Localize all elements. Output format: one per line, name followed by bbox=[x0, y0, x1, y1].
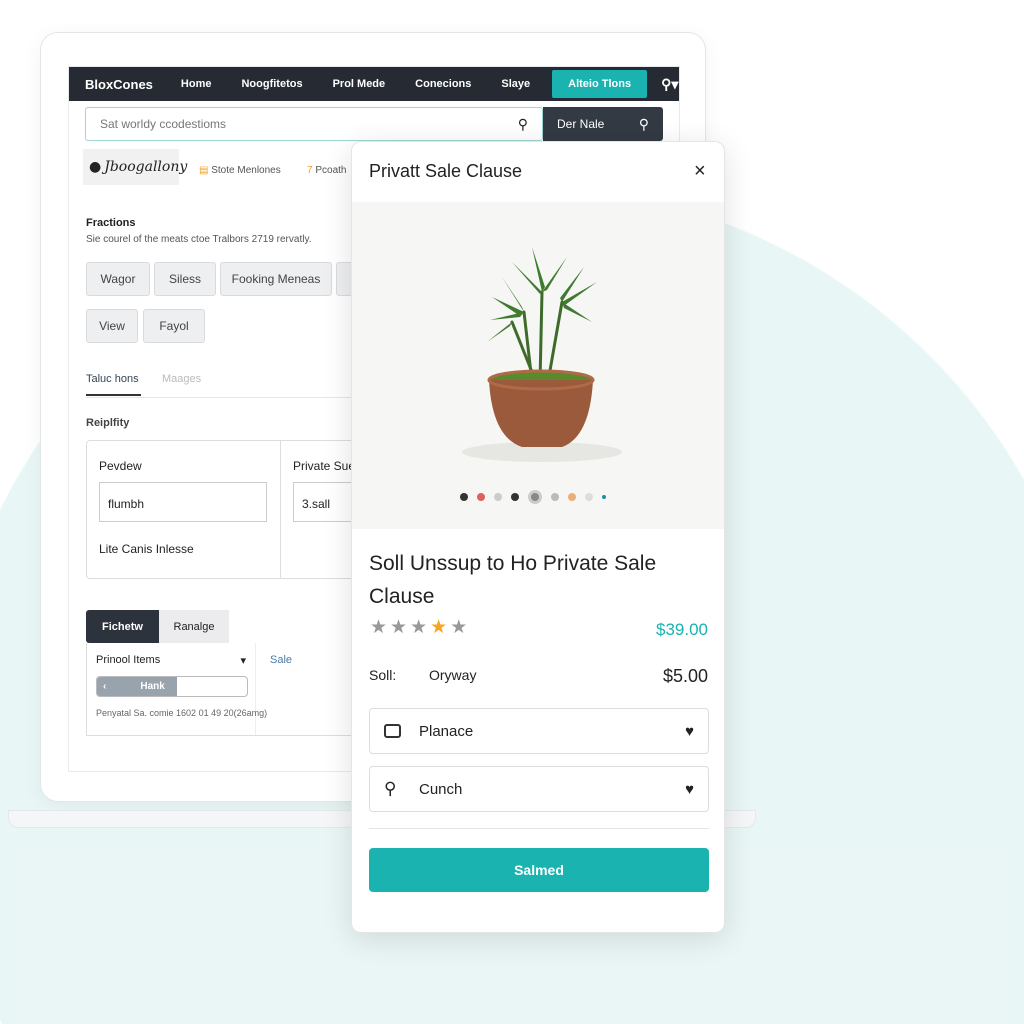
field-label: Pevdew bbox=[99, 459, 142, 473]
product-image bbox=[352, 202, 724, 529]
search-button[interactable]: Der Nale ⚲ bbox=[543, 107, 663, 141]
product-price: $39.00 bbox=[656, 620, 708, 639]
option-label: Planace bbox=[419, 722, 474, 740]
field-note: Lite Canis Inlesse bbox=[99, 542, 194, 556]
option-label: Cunch bbox=[419, 780, 463, 798]
modal-title: Privatt Sale Clause bbox=[369, 161, 523, 181]
nav-item[interactable]: Home bbox=[181, 78, 212, 90]
store-logo[interactable]: ● Jboogallony bbox=[83, 149, 187, 185]
group-box: Pevdew flumbh Lite Canis Inlesse Private… bbox=[86, 440, 386, 579]
star-icon[interactable]: ★ bbox=[430, 617, 450, 638]
slider-label: Hank bbox=[140, 681, 165, 692]
star-icon[interactable]: ★ bbox=[390, 617, 410, 638]
divider bbox=[280, 441, 281, 578]
brand-logo[interactable]: BloxCones bbox=[85, 77, 153, 92]
option-row[interactable]: ⚲ Cunch ♥ bbox=[369, 766, 709, 812]
search-icon[interactable]: ⚲▾ bbox=[661, 76, 678, 93]
tab-divider bbox=[86, 397, 386, 398]
search-icon[interactable]: ⚲ bbox=[518, 116, 528, 133]
sale-link[interactable]: Sale bbox=[270, 654, 292, 666]
close-icon[interactable]: × bbox=[694, 160, 706, 183]
chevron-left-icon: ‹ bbox=[103, 681, 107, 692]
caret-down-icon: ▾ bbox=[240, 655, 246, 667]
chip[interactable]: Fooking Meneas bbox=[220, 262, 332, 296]
star-icon[interactable]: ★ bbox=[410, 617, 430, 638]
link-label: Pcoath bbox=[315, 165, 347, 176]
carousel-dot[interactable] bbox=[477, 493, 485, 501]
search-placeholder: Sat worldy ccodestioms bbox=[100, 117, 227, 131]
sold-label: Soll: bbox=[369, 667, 397, 683]
star-icon[interactable]: ★ bbox=[370, 617, 390, 638]
field-label: Private Sue bbox=[293, 459, 356, 473]
link-label: Stote Menlones bbox=[211, 165, 281, 176]
option-row[interactable]: Planace ♥ bbox=[369, 708, 709, 754]
product-modal: Privatt Sale Clause × Soll Unssup to Ho … bbox=[351, 141, 725, 933]
section-desc: Sie courel of the meats ctoe Tralbors 27… bbox=[86, 234, 312, 245]
carousel-dots bbox=[460, 490, 606, 504]
toggle-option[interactable]: Ranalge bbox=[159, 610, 229, 643]
link[interactable]: 7 Pcoath bbox=[307, 165, 346, 176]
carousel-dot[interactable] bbox=[460, 493, 468, 501]
carousel-dot[interactable] bbox=[568, 493, 576, 501]
carousel-dot[interactable] bbox=[551, 493, 559, 501]
carousel-dot[interactable] bbox=[585, 493, 593, 501]
chip[interactable]: Fayol bbox=[143, 309, 205, 343]
search-icon: ⚲ bbox=[638, 115, 649, 132]
carousel-dot[interactable] bbox=[494, 493, 502, 501]
nav-item[interactable]: Conecions bbox=[415, 78, 471, 90]
store-link[interactable]: ▤ Stote Menlones bbox=[199, 165, 281, 176]
text-field[interactable]: flumbh bbox=[99, 482, 267, 522]
nav-cta-button[interactable]: Alteio Tlons bbox=[552, 70, 648, 98]
star-rating[interactable]: ★★★★★ bbox=[370, 616, 470, 639]
select-value: Prinool Items bbox=[96, 654, 161, 666]
select-dropdown[interactable]: Prinool Items ▾ bbox=[96, 654, 246, 667]
sold-value: Oryway bbox=[429, 667, 477, 683]
carousel-dot[interactable] bbox=[602, 495, 606, 499]
heart-icon[interactable]: ♥ bbox=[685, 723, 694, 740]
chip[interactable]: Wagor bbox=[86, 262, 150, 296]
divider bbox=[369, 828, 709, 829]
carousel-dot[interactable] bbox=[528, 490, 542, 504]
group-title: Reiplfity bbox=[86, 417, 130, 429]
list-icon bbox=[384, 724, 401, 738]
section-title: Fractions bbox=[86, 217, 136, 229]
top-nav: BloxCones Home Noogfitetos Prol Mede Con… bbox=[69, 67, 679, 101]
star-icon[interactable]: ★ bbox=[450, 617, 470, 638]
tab-active[interactable]: Taluc hons bbox=[86, 373, 141, 396]
carousel-dot[interactable] bbox=[511, 493, 519, 501]
plant-image bbox=[462, 247, 622, 462]
divider bbox=[86, 735, 386, 736]
slider-fill: ‹ Hank bbox=[97, 677, 177, 696]
nav-item[interactable]: Noogfitetos bbox=[241, 78, 302, 90]
nav-item[interactable]: Prol Mede bbox=[333, 78, 386, 90]
toggle-active[interactable]: Fichetw bbox=[86, 610, 159, 643]
location-pin-icon: ⚲ bbox=[384, 779, 397, 798]
slider[interactable]: ‹ Hank bbox=[96, 676, 248, 697]
search-button-label: Der Nale bbox=[557, 117, 605, 131]
search-input[interactable]: Sat worldy ccodestioms ⚲ bbox=[85, 107, 543, 141]
footer-text: Penyatal Sa. comie 1602 01 49 20(26amg) bbox=[96, 708, 268, 718]
product-title: Soll Unssup to Ho Private Sale Clause bbox=[369, 552, 657, 608]
store-icon: ▤ bbox=[199, 165, 209, 176]
chip[interactable]: Siless bbox=[154, 262, 216, 296]
heart-icon[interactable]: ♥ bbox=[685, 781, 694, 798]
logo-text: Jboogallony bbox=[104, 159, 188, 175]
sold-price: $5.00 bbox=[662, 666, 708, 686]
tab[interactable]: Maages bbox=[162, 373, 201, 385]
nav-item[interactable]: Slaye bbox=[501, 78, 530, 90]
chip[interactable]: View bbox=[86, 309, 138, 343]
submit-button[interactable]: Salmed bbox=[369, 848, 709, 892]
tag-icon: 7 bbox=[307, 165, 313, 176]
